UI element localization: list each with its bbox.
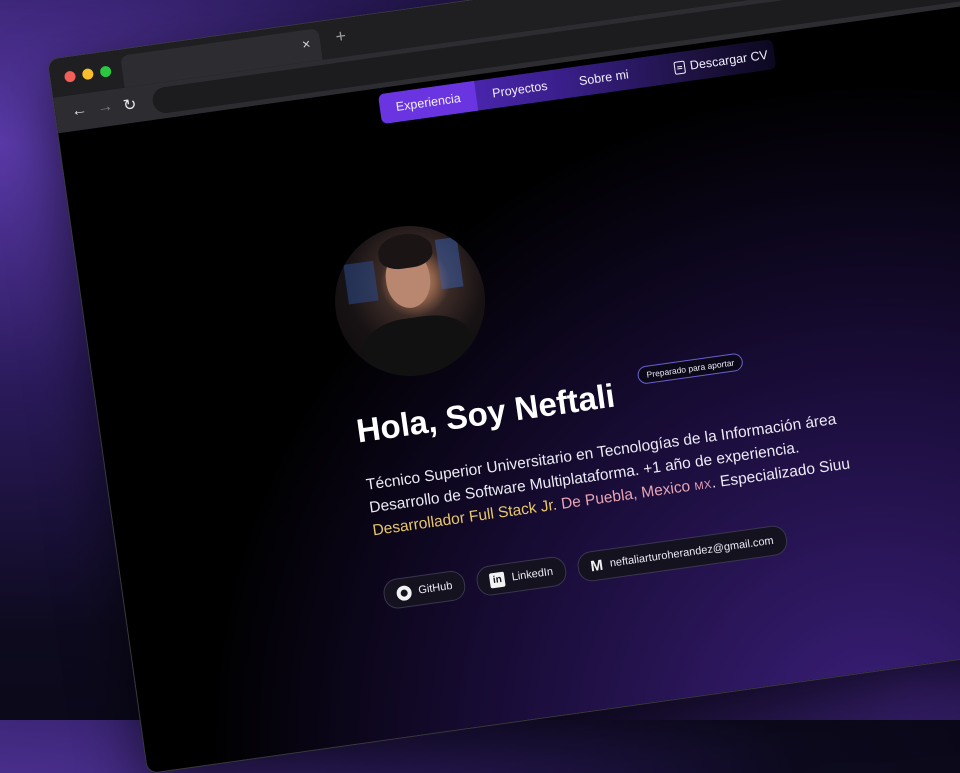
bio-country-code: MX: [693, 478, 713, 494]
nav-item-experiencia[interactable]: Experiencia: [378, 80, 479, 125]
avatar-background-shape: [343, 260, 379, 305]
linkedin-label: LinkedIn: [510, 565, 554, 584]
linkedin-link[interactable]: in LinkedIn: [475, 555, 568, 598]
forward-arrow-icon[interactable]: →: [96, 97, 114, 117]
github-icon: [395, 584, 413, 602]
new-tab-button[interactable]: +: [334, 25, 347, 47]
gmail-icon: M: [589, 556, 605, 575]
browser-window: × + ← → ↻ Experiencia Proyectos Sobre mi…: [48, 0, 960, 773]
close-window-button[interactable]: [63, 70, 77, 83]
avatar-shirt: [359, 309, 479, 386]
avatar: [325, 216, 495, 386]
github-link[interactable]: GitHub: [381, 569, 468, 611]
email-label: neftaliarturoherandez@gmail.com: [609, 534, 775, 570]
tab-close-icon[interactable]: ×: [301, 35, 311, 52]
status-badge: Preparado para aportar: [636, 352, 745, 385]
download-cv-button[interactable]: Descargar CV: [657, 46, 784, 77]
reload-icon[interactable]: ↻: [122, 94, 138, 116]
document-icon: [673, 59, 686, 75]
maximize-window-button[interactable]: [99, 65, 112, 78]
page-viewport: Experiencia Proyectos Sobre mi Descargar…: [58, 0, 960, 773]
back-arrow-icon[interactable]: ←: [70, 101, 88, 121]
page-title: Hola, Soy Neftali: [354, 376, 618, 450]
minimize-window-button[interactable]: [81, 67, 95, 81]
linkedin-icon: in: [488, 571, 506, 588]
nav-item-sobre-mi[interactable]: Sobre mi: [562, 65, 645, 90]
download-cv-label: Descargar CV: [689, 47, 769, 73]
avatar-background-shape: [434, 236, 464, 290]
github-label: GitHub: [417, 579, 454, 597]
email-link[interactable]: M neftaliarturoherandez@gmail.com: [575, 524, 789, 584]
social-links: GitHub in LinkedIn M neftaliarturoherand…: [381, 524, 789, 611]
nav-item-proyectos[interactable]: Proyectos: [475, 77, 564, 103]
